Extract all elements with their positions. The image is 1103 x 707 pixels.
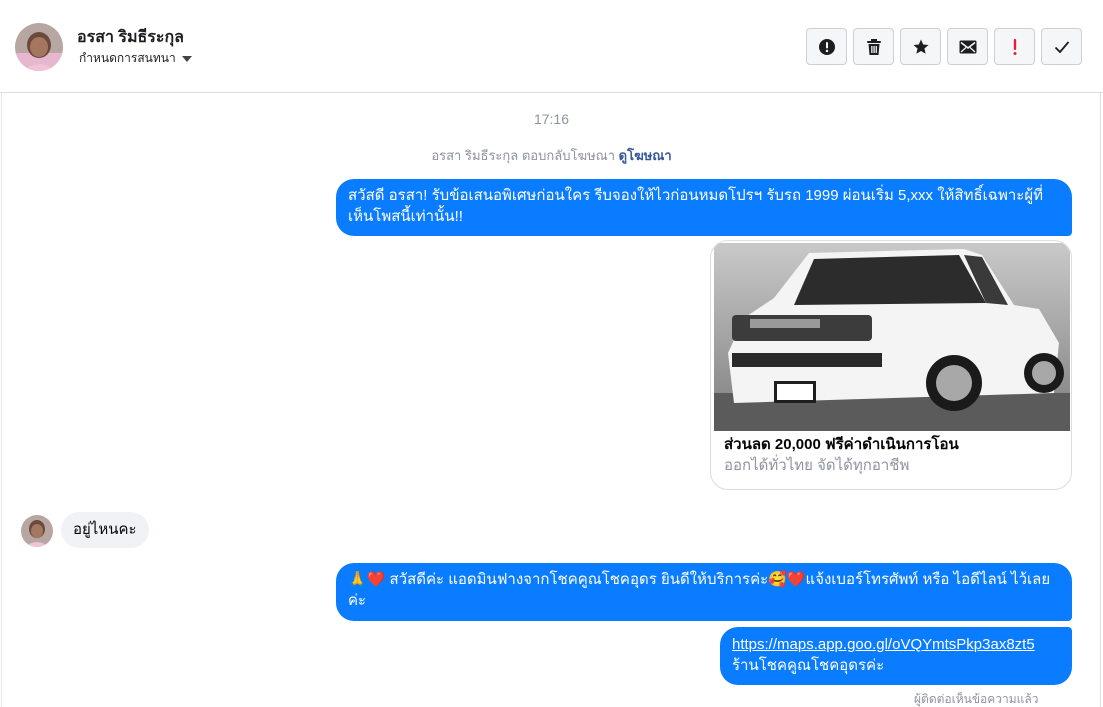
view-ad-link[interactable]: ดูโฆษณา (619, 148, 672, 163)
mark-spam-button[interactable] (806, 28, 847, 65)
message-timestamp: 17:16 (533, 111, 570, 127)
contact-avatar-small (21, 515, 53, 547)
mark-important-button[interactable] (994, 28, 1035, 65)
outgoing-message-text: ร้านโชคคูณโชคอุดรค่ะ (732, 657, 885, 674)
seen-indicator: ผู้ติดต่อเห็นข้อความแล้ว (914, 692, 1039, 706)
outgoing-message: https://maps.app.goo.gl/oVQYmtsPkp3ax8zt… (720, 627, 1072, 685)
conversation-toolbar (806, 28, 1082, 65)
caret-down-icon (181, 56, 192, 62)
alert-circle-icon (818, 38, 835, 55)
ad-card-subtitle: ออกได้ทั่วไทย จัดได้ทุกอาชีพ (724, 457, 910, 474)
maps-link[interactable]: https://maps.app.goo.gl/oVQYmtsPkp3ax8zt… (732, 634, 1060, 655)
exclamation-icon (1013, 38, 1016, 55)
mark-unread-button[interactable] (947, 28, 988, 65)
contact-name: อรสา ริมธีระกุล (77, 29, 184, 46)
mark-done-button[interactable] (1041, 28, 1082, 65)
ad-card-image (714, 243, 1070, 431)
message-thread[interactable]: 17:16 อรสา ริมธีระกุล ตอบกลับโฆษณา ดูโฆษ… (0, 93, 1103, 707)
envelope-icon (959, 40, 976, 53)
assign-conversation-dropdown[interactable]: กำหนดการสนทนา (79, 49, 192, 68)
contact-avatar[interactable] (15, 23, 63, 71)
ad-reply-note: อรสา ริมธีระกุล ตอบกลับโฆษณา ดูโฆษณา (0, 145, 1103, 166)
conversation-header: อรสา ริมธีระกุล กำหนดการสนทนา (0, 0, 1103, 93)
checkmark-icon (1054, 40, 1069, 53)
star-icon (913, 39, 928, 54)
outgoing-message: สวัสดี อรสา! รับข้อเสนอพิเศษก่อนใคร รีบจ… (336, 179, 1072, 236)
delete-button[interactable] (853, 28, 894, 65)
ad-card[interactable]: ส่วนลด 20,000 ฟรีค่าดำเนินการโอน ออกได้ท… (710, 240, 1072, 490)
outgoing-message: 🙏❤️ สวัสดีค่ะ แอดมินฟางจากโชคคูณโชคอุดร … (336, 563, 1072, 621)
trash-icon (866, 38, 881, 55)
incoming-message: อยู่ไหนคะ (61, 512, 149, 548)
ad-reply-text: อรสา ริมธีระกุล ตอบกลับโฆษณา (431, 148, 616, 163)
follow-up-button[interactable] (900, 28, 941, 65)
assign-label: กำหนดการสนทนา (79, 51, 176, 65)
